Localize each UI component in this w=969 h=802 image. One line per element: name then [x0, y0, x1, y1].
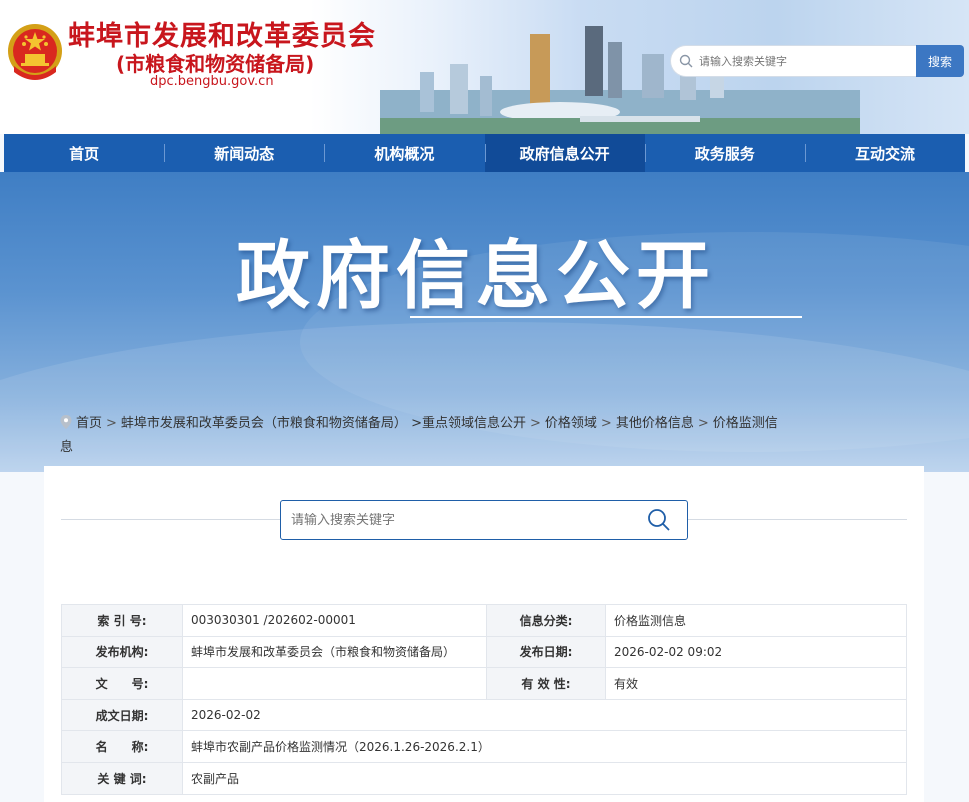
header-search-box	[670, 45, 916, 77]
keywords-label: 关 键 词:	[61, 761, 183, 795]
city-skyline-image	[380, 26, 860, 134]
nav-item-interaction[interactable]: 互动交流	[804, 134, 965, 172]
breadcrumb-separator: >	[697, 416, 709, 431]
nav-item-services[interactable]: 政务服务	[644, 134, 805, 172]
table-row: 名 称: 蚌埠市农副产品价格监测情况（2026.1.26-2026.2.1）	[61, 730, 907, 763]
table-row: 成文日期: 2026-02-02	[61, 698, 907, 732]
location-pin-icon	[60, 415, 72, 429]
keywords-value: 农副产品	[182, 761, 907, 795]
main-nav: 首页 新闻动态 机构概况 政府信息公开 政务服务 互动交流	[4, 134, 965, 172]
header-search-button[interactable]: 搜索	[916, 45, 964, 77]
publisher-label: 发布机构:	[61, 635, 183, 669]
breadcrumb-other-price-info[interactable]: 其他价格信息	[616, 416, 694, 431]
document-number-value	[182, 667, 487, 700]
nav-item-gov-info[interactable]: 政府信息公开	[484, 134, 645, 172]
site-domain: dpc.bengbu.gov.cn	[150, 74, 274, 89]
written-date-label: 成文日期:	[61, 698, 183, 732]
breadcrumb-key-areas[interactable]: >重点领域信息公开	[411, 416, 526, 431]
table-row: 发布机构: 蚌埠市发展和改革委员会（市粮食和物资储备局） 发布日期: 2026-…	[61, 635, 907, 669]
search-divider-left	[61, 519, 280, 520]
category-label: 信息分类:	[486, 604, 606, 637]
publisher-value: 蚌埠市发展和改革委员会（市粮食和物资储备局）	[182, 635, 487, 669]
nav-item-organization[interactable]: 机构概况	[324, 134, 484, 172]
nav-item-home[interactable]: 首页	[4, 134, 164, 172]
table-row: 关 键 词: 农副产品	[61, 761, 907, 795]
publish-date-value: 2026-02-02 09:02	[605, 635, 907, 669]
index-number-label: 索 引 号:	[61, 604, 183, 637]
table-row: 文 号: 有 效 性: 有效	[61, 667, 907, 700]
site-header: 蚌埠市发展和改革委员会 (市粮食和物资储备局) dpc.bengbu.gov.c…	[0, 0, 969, 134]
document-number-label: 文 号:	[61, 667, 183, 700]
written-date-value: 2026-02-02	[182, 698, 907, 732]
category-value: 价格监测信息	[605, 604, 907, 637]
index-number-value: 003030301 /202602-00001	[182, 604, 487, 637]
search-icon[interactable]	[647, 508, 671, 532]
content-panel: 索 引 号: 003030301 /202602-00001 信息分类: 价格监…	[44, 466, 924, 802]
content-search	[280, 500, 688, 540]
table-row: 索 引 号: 003030301 /202602-00001 信息分类: 价格监…	[61, 604, 907, 637]
search-divider-right	[688, 519, 907, 520]
breadcrumb-separator: >	[529, 416, 541, 431]
breadcrumb-price-area[interactable]: 价格领域	[545, 416, 597, 431]
search-icon	[679, 54, 693, 68]
breadcrumb: 首页 > 蚌埠市发展和改革委员会（市粮食和物资储备局） >重点领域信息公开 > 价格领域…	[60, 412, 780, 460]
header-search-input[interactable]	[699, 54, 899, 68]
publish-date-label: 发布日期:	[486, 635, 606, 669]
content-search-input[interactable]	[291, 512, 647, 528]
validity-label: 有 效 性:	[486, 667, 606, 700]
header-search: 搜索	[670, 45, 964, 77]
banner-title: 政府信息公开	[236, 233, 716, 319]
title-label: 名 称:	[61, 730, 183, 763]
breadcrumb-separator: >	[600, 416, 612, 431]
validity-value: 有效	[605, 667, 907, 700]
breadcrumb-home[interactable]: 首页	[76, 416, 102, 431]
banner-underline	[410, 316, 802, 318]
breadcrumb-commission[interactable]: 蚌埠市发展和改革委员会（市粮食和物资储备局）	[121, 416, 407, 431]
breadcrumb-separator: >	[106, 416, 117, 431]
nav-item-news[interactable]: 新闻动态	[164, 134, 324, 172]
info-table: 索 引 号: 003030301 /202602-00001 信息分类: 价格监…	[61, 604, 907, 795]
national-emblem-icon	[8, 24, 62, 80]
title-value: 蚌埠市农副产品价格监测情况（2026.1.26-2026.2.1）	[182, 730, 907, 763]
site-subtitle: (市粮食和物资储备局)	[116, 52, 315, 76]
